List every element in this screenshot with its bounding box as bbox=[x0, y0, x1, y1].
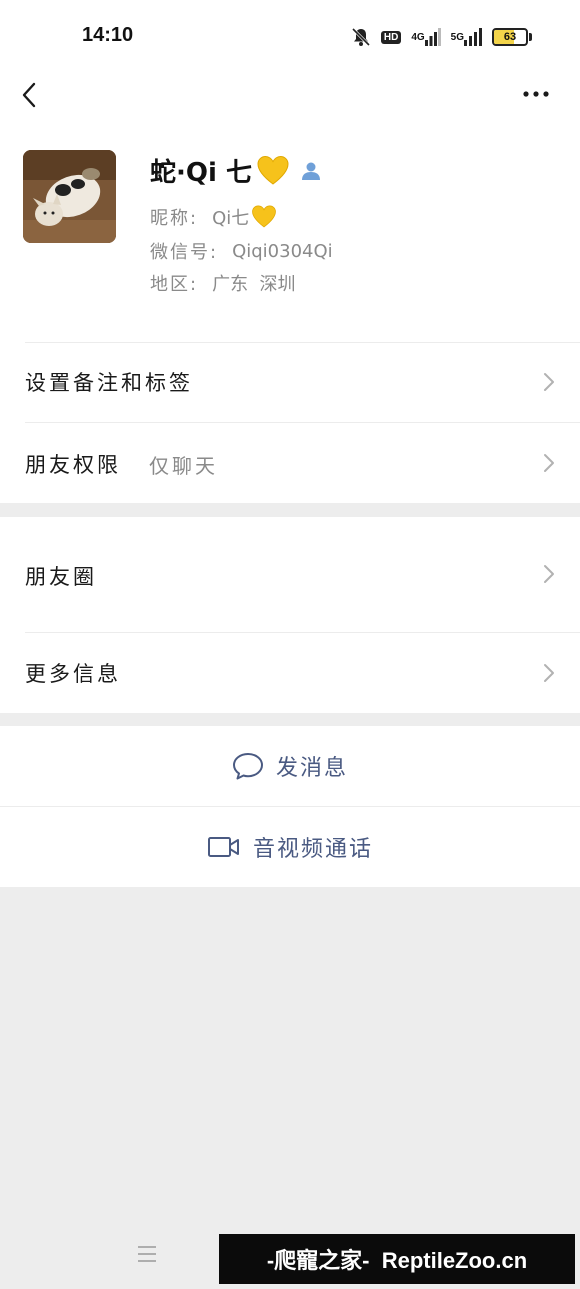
chevron-right-icon bbox=[544, 373, 554, 391]
row-divider bbox=[0, 806, 580, 807]
chevron-right-icon bbox=[544, 454, 554, 472]
menu-lines-icon[interactable] bbox=[136, 1244, 158, 1264]
net2-label: 5G bbox=[450, 31, 464, 43]
net1-label: 4G bbox=[411, 31, 425, 43]
send-message-label: 发消息 bbox=[275, 756, 348, 781]
nickname-label: 昵称: bbox=[150, 208, 199, 229]
region-value: 广东 深圳 bbox=[212, 274, 296, 295]
chat-bubble-icon bbox=[232, 753, 263, 780]
avatar[interactable] bbox=[23, 150, 116, 243]
wechat-id-value[interactable]: Qiqi0304Qi bbox=[232, 241, 333, 262]
more-info-row[interactable]: 更多信息 bbox=[0, 632, 580, 713]
small-yellow-heart-icon bbox=[252, 205, 277, 228]
more-button[interactable] bbox=[518, 80, 558, 108]
chevron-right-icon bbox=[544, 664, 554, 682]
region-line: 地区: 广东 深圳 bbox=[150, 270, 296, 296]
nav-bar bbox=[0, 72, 580, 120]
hd-voice-icon: HD bbox=[380, 30, 402, 44]
friend-permission-row[interactable]: 朋友权限 仅聊天 bbox=[0, 422, 580, 503]
more-info-label: 更多信息 bbox=[25, 662, 121, 686]
chevron-right-icon bbox=[544, 565, 554, 583]
watermark-text: -爬寵之家- ReptileZoo.cn bbox=[266, 1248, 528, 1273]
display-name: 蛇·Qi 七 bbox=[150, 152, 322, 189]
signal-5g-icon: 5G bbox=[451, 28, 482, 46]
signal-4g-icon: 4G bbox=[411, 28, 441, 46]
region-label: 地区: bbox=[150, 274, 199, 295]
status-icons: HD 4G 5G 63 bbox=[351, 24, 532, 50]
more-dots-icon bbox=[523, 91, 549, 97]
video-call-button[interactable]: 音视频通话 bbox=[0, 806, 580, 887]
nickname-line: 昵称: Qi七 bbox=[150, 204, 277, 230]
profile-card: 蛇·Qi 七 昵称: Qi七 微信号: Qiqi0304Qi 地区: 广东 深圳 bbox=[0, 120, 580, 342]
display-name-text: 蛇·Qi 七 bbox=[150, 158, 252, 188]
moments-row[interactable]: 朋友圈 bbox=[0, 517, 580, 632]
back-button[interactable] bbox=[14, 76, 46, 112]
status-bar: 14:10 HD 4G 5G 63 bbox=[0, 0, 580, 72]
wechat-id-label: 微信号: bbox=[150, 242, 219, 263]
video-camera-icon bbox=[207, 836, 239, 857]
battery-icon: 63 bbox=[492, 28, 532, 46]
wechat-id-line: 微信号: Qiqi0304Qi bbox=[150, 238, 333, 264]
remark-tags-label: 设置备注和标签 bbox=[25, 371, 193, 395]
mute-bell-icon bbox=[351, 27, 371, 47]
row-divider bbox=[25, 632, 580, 633]
contact-person-icon bbox=[301, 162, 320, 180]
send-message-button[interactable]: 发消息 bbox=[0, 726, 580, 806]
watermark: -爬寵之家- ReptileZoo.cn bbox=[219, 1234, 575, 1284]
cat-avatar-image bbox=[23, 150, 116, 243]
status-time: 14:10 bbox=[82, 24, 134, 46]
nickname-value: Qi七 bbox=[212, 208, 250, 229]
row-divider bbox=[25, 422, 580, 423]
friend-permission-label: 朋友权限 bbox=[25, 453, 121, 477]
friend-permission-value: 仅聊天 bbox=[149, 454, 218, 478]
row-divider bbox=[25, 342, 580, 343]
moments-label: 朋友圈 bbox=[25, 565, 97, 589]
battery-text: 63 bbox=[503, 31, 517, 43]
yellow-heart-icon bbox=[257, 155, 289, 185]
video-call-label: 音视频通话 bbox=[252, 836, 373, 862]
chevron-left-icon bbox=[22, 82, 36, 108]
remark-tags-row[interactable]: 设置备注和标签 bbox=[0, 342, 580, 422]
